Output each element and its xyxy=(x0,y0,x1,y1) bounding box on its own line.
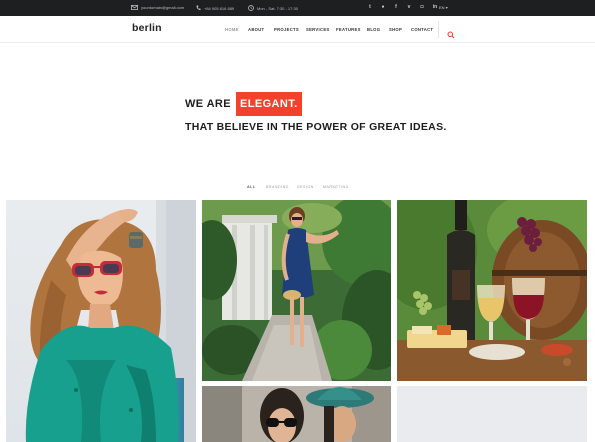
portfolio-item-street-style[interactable] xyxy=(202,386,391,442)
filter-all[interactable]: ALL xyxy=(247,185,256,189)
nav-services[interactable]: SERVICES xyxy=(306,27,330,32)
hero-headline: WE ARE ELEGANT. xyxy=(185,92,302,116)
portfolio-filters: ALL BRANDING DESIGN MARKETING xyxy=(0,185,595,191)
facebook-icon[interactable]: f xyxy=(393,4,399,11)
portfolio-item-garden-fashion[interactable] xyxy=(202,200,391,381)
chevron-down-icon: ▾ xyxy=(445,5,448,10)
opening-hours: Mon - Sat: 7:30 - 17:30 xyxy=(248,5,298,11)
search-icon xyxy=(447,31,455,39)
site-header: berlin HOME ABOUT PROJECTS SERVICES FEAT… xyxy=(0,16,595,43)
wine-image xyxy=(397,200,587,381)
portfolio-item-fashion-portrait[interactable] xyxy=(6,200,196,442)
instagram-icon[interactable]: ◘ xyxy=(419,4,425,11)
garden-image xyxy=(202,200,391,381)
top-bar: yourdomain@gmail.com +84 905 816 889 Mon… xyxy=(0,0,595,16)
filter-marketing[interactable]: MARKETING xyxy=(323,185,349,189)
portrait-image xyxy=(6,200,196,442)
nav-projects[interactable]: PROJECTS xyxy=(274,27,299,32)
clock-icon xyxy=(248,5,254,11)
hero-highlight: ELEGANT. xyxy=(236,92,302,116)
nav-shop[interactable]: SHOP xyxy=(389,27,402,32)
dribbble-icon[interactable]: ● xyxy=(380,4,386,11)
phone-text: +84 905 816 889 xyxy=(204,5,235,11)
language-selector[interactable]: EN ▾ xyxy=(439,5,448,10)
hours-text: Mon - Sat: 7:30 - 17:30 xyxy=(257,5,298,11)
language-label: EN xyxy=(439,5,445,10)
nav-features[interactable]: FEATURES xyxy=(336,27,361,32)
phone-icon xyxy=(196,5,201,10)
filter-branding[interactable]: BRANDING xyxy=(266,185,289,189)
email-contact[interactable]: yourdomain@gmail.com xyxy=(131,5,184,10)
nav-blog[interactable]: BLOG xyxy=(367,27,380,32)
street-style-image xyxy=(202,386,391,442)
nav-home[interactable]: HOME xyxy=(225,27,239,32)
main-nav: HOME ABOUT PROJECTS SERVICES FEATURES BL… xyxy=(0,27,595,33)
twitter-icon[interactable]: t xyxy=(367,4,373,11)
filter-design[interactable]: DESIGN xyxy=(297,185,314,189)
nav-contact[interactable]: CONTACT xyxy=(411,27,433,32)
portfolio-item-placeholder[interactable] xyxy=(397,386,587,442)
hero-subheadline: THAT BELIEVE IN THE POWER OF GREAT IDEAS… xyxy=(185,121,447,133)
hero-prefix: WE ARE xyxy=(185,98,231,110)
phone-contact[interactable]: +84 905 816 889 xyxy=(196,5,234,11)
envelope-icon xyxy=(131,5,138,10)
nav-divider xyxy=(438,21,439,38)
social-links: t ● f v ◘ in xyxy=(367,4,438,11)
portfolio-item-wine[interactable] xyxy=(397,200,587,381)
vimeo-icon[interactable]: v xyxy=(406,4,412,11)
email-text: yourdomain@gmail.com xyxy=(141,5,185,10)
linkedin-icon[interactable]: in xyxy=(432,4,438,11)
search-button[interactable] xyxy=(447,26,455,39)
nav-about[interactable]: ABOUT xyxy=(248,27,264,32)
